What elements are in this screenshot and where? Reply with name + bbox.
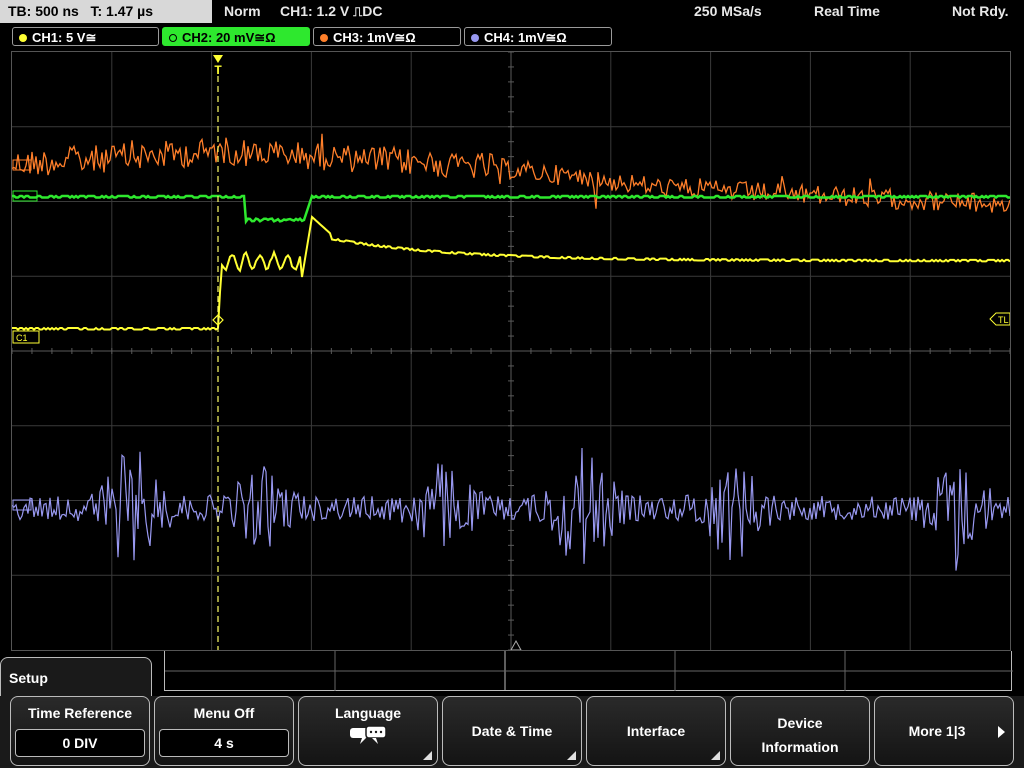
next-page-arrow-icon bbox=[998, 726, 1005, 738]
trigger-time-readout: T: 1.47 µs bbox=[90, 3, 154, 19]
trigger-source-level: CH1: 1.2 V bbox=[280, 3, 350, 19]
ch1-offset-marker[interactable]: C1 bbox=[12, 330, 40, 344]
time-reference-softkey[interactable]: Time Reference 0 DIV bbox=[10, 696, 150, 766]
channel-tab-label: CH4: 1mV≅Ω bbox=[484, 30, 567, 45]
ch1-marker-label: C1 bbox=[16, 333, 28, 343]
softkey-title: Time Reference bbox=[27, 705, 132, 721]
horizontal-reference-marker bbox=[510, 639, 522, 650]
trigger-coupling: DC bbox=[362, 3, 383, 19]
submenu-indicator-icon bbox=[711, 751, 720, 760]
ch4-color-dot bbox=[471, 34, 479, 42]
trigger-status: Not Rdy. bbox=[952, 3, 1009, 19]
more-softkey[interactable]: More 1|3 bbox=[874, 696, 1014, 766]
date-time-softkey[interactable]: Date & Time bbox=[442, 696, 582, 766]
acquisition-mode: Real Time bbox=[814, 3, 880, 19]
channel-tab-ch1[interactable]: CH1: 5 V≅ bbox=[12, 27, 159, 46]
trigger-marker-label: T bbox=[214, 63, 222, 77]
device-information-softkey[interactable]: Device Information bbox=[730, 696, 870, 766]
trigger-mode[interactable]: Norm bbox=[224, 0, 261, 23]
trigger-level-label: TL bbox=[998, 315, 1009, 325]
softkey-title-line2: Information bbox=[761, 739, 839, 755]
zoom-overview-strip bbox=[164, 651, 1013, 691]
softkey-title: Interface bbox=[626, 723, 686, 739]
softkey-title: Date & Time bbox=[471, 723, 553, 739]
submenu-indicator-icon bbox=[423, 751, 432, 760]
menu-off-softkey[interactable]: Menu Off 4 s bbox=[154, 696, 294, 766]
graticule bbox=[12, 52, 1010, 650]
overview-grid bbox=[165, 651, 1013, 691]
menu-off-value: 4 s bbox=[159, 729, 289, 757]
timebase-readout: TB: 500 ns bbox=[8, 3, 79, 19]
softkey-bar: Time Reference 0 DIV Menu Off 4 s Langua… bbox=[0, 696, 1024, 768]
trigger-position-marker[interactable]: T bbox=[213, 55, 223, 77]
channel-tab-ch4[interactable]: CH4: 1mV≅Ω bbox=[464, 27, 612, 46]
time-reference-value: 0 DIV bbox=[15, 729, 145, 757]
softkey-title: Device Information bbox=[731, 711, 869, 759]
softkey-title: Language bbox=[334, 705, 402, 721]
channel-tab-label: CH3: 1mV≅Ω bbox=[333, 30, 416, 45]
speech-bubbles-icon bbox=[299, 725, 437, 750]
channel-tab-label: CH1: 5 V≅ bbox=[32, 30, 97, 45]
ch3-color-dot bbox=[320, 34, 328, 42]
softkey-title-line1: Device bbox=[777, 715, 823, 731]
sample-rate: 250 MSa/s bbox=[694, 3, 762, 19]
softkey-title: More 1|3 bbox=[908, 723, 966, 739]
setup-menu-title: Setup bbox=[0, 657, 152, 697]
channel-tab-ch2[interactable]: CH2: 20 mV≅Ω bbox=[162, 27, 310, 46]
ch2-color-dot bbox=[169, 34, 177, 42]
waveform-svg: T C1 TL bbox=[12, 52, 1010, 650]
interface-softkey[interactable]: Interface bbox=[586, 696, 726, 766]
status-bar: TB: 500 ns T: 1.47 µs Norm CH1: 1.2 V ⎍D… bbox=[0, 0, 1024, 24]
trigger-level-marker[interactable]: TL bbox=[989, 312, 1010, 326]
submenu-indicator-icon bbox=[567, 751, 576, 760]
channel-tab-label: CH2: 20 mV≅Ω bbox=[182, 30, 276, 45]
language-softkey[interactable]: Language bbox=[298, 696, 438, 766]
rising-edge-icon: ⎍ bbox=[353, 4, 363, 19]
trigger-setting[interactable]: CH1: 1.2 V ⎍DC bbox=[280, 0, 382, 23]
timebase-trigger-box[interactable]: TB: 500 ns T: 1.47 µs bbox=[0, 0, 212, 23]
softkey-title: Menu Off bbox=[193, 705, 255, 721]
ch1-color-dot bbox=[19, 34, 27, 42]
waveform-display[interactable]: T C1 TL bbox=[11, 51, 1011, 651]
channel-tab-ch3[interactable]: CH3: 1mV≅Ω bbox=[313, 27, 461, 46]
